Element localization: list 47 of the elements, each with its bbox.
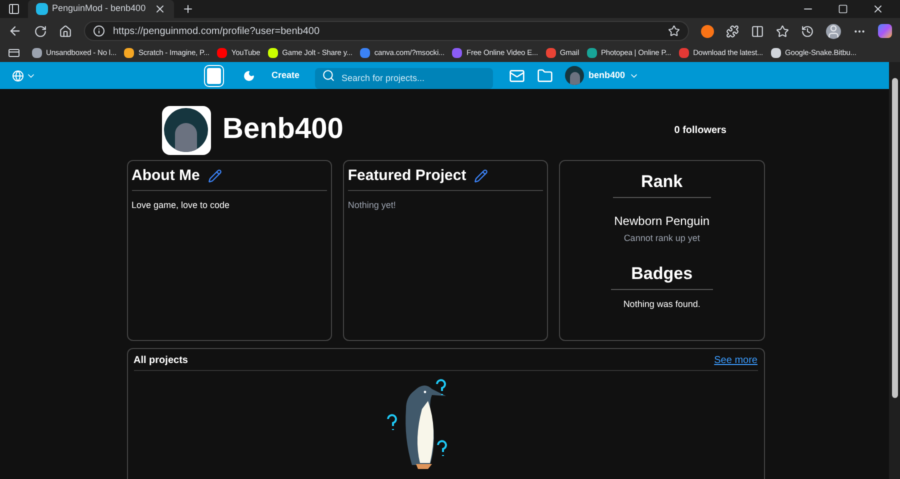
search-field[interactable]: Search for projects... <box>315 68 494 88</box>
back-icon[interactable] <box>8 24 22 38</box>
folder-icon[interactable] <box>537 68 554 84</box>
card-title: Rank <box>613 169 711 198</box>
pencil-icon[interactable] <box>208 169 222 184</box>
tab-favicon <box>36 3 48 15</box>
tab-actions-icon[interactable] <box>8 3 20 15</box>
empty-text: Nothing was found. <box>623 298 700 311</box>
rank-note: Cannot rank up yet <box>624 232 700 245</box>
about-text: Love game, love to code <box>132 198 231 212</box>
profile-name: Benb400 <box>222 112 344 148</box>
followers-count: 0 followers <box>674 124 726 138</box>
rank-name: Newborn Penguin <box>614 212 710 230</box>
card-title: Featured Project <box>348 166 466 186</box>
close-window-icon[interactable] <box>872 3 884 15</box>
site-info-icon[interactable] <box>93 25 105 37</box>
avatar-picture <box>565 66 584 85</box>
new-tab-icon[interactable] <box>182 3 194 15</box>
card-title: About Me <box>132 166 200 186</box>
history-icon[interactable] <box>801 24 814 38</box>
favorite-star-icon[interactable] <box>668 25 680 37</box>
empty-text: Nothing yet! <box>348 198 397 212</box>
favorites-icon[interactable] <box>776 24 789 38</box>
site-logo[interactable] <box>205 66 224 86</box>
see-more-link[interactable]: See more <box>714 353 758 368</box>
theme-icon[interactable] <box>243 70 256 82</box>
card-title: Badges <box>611 261 713 290</box>
profile-icon[interactable] <box>826 24 841 38</box>
maximize-icon[interactable] <box>838 4 848 14</box>
extensions-icon[interactable] <box>726 24 739 38</box>
split-screen-icon[interactable] <box>751 24 764 38</box>
reload-icon[interactable] <box>34 24 47 38</box>
home-icon[interactable] <box>59 24 72 38</box>
close-icon[interactable] <box>154 3 166 15</box>
browser-tab[interactable]: PenguinMod - benb400 <box>28 0 174 18</box>
tab-title: PenguinMod - benb400 <box>52 2 147 16</box>
language-icon[interactable] <box>12 70 24 82</box>
wallet-icon[interactable] <box>8 47 20 59</box>
card-title: All projects <box>134 354 188 368</box>
copilot-icon[interactable] <box>878 24 892 38</box>
search-icon <box>322 69 336 82</box>
messages-icon[interactable] <box>509 68 526 84</box>
extension-icon[interactable] <box>701 24 714 38</box>
address-field[interactable]: https://penguinmod.com/profile?user=benb400 <box>84 21 689 41</box>
scrollbar[interactable] <box>889 62 900 479</box>
pencil-icon[interactable] <box>474 169 488 184</box>
url-text: https://penguinmod.com/profile?user=benb400 <box>113 24 321 38</box>
